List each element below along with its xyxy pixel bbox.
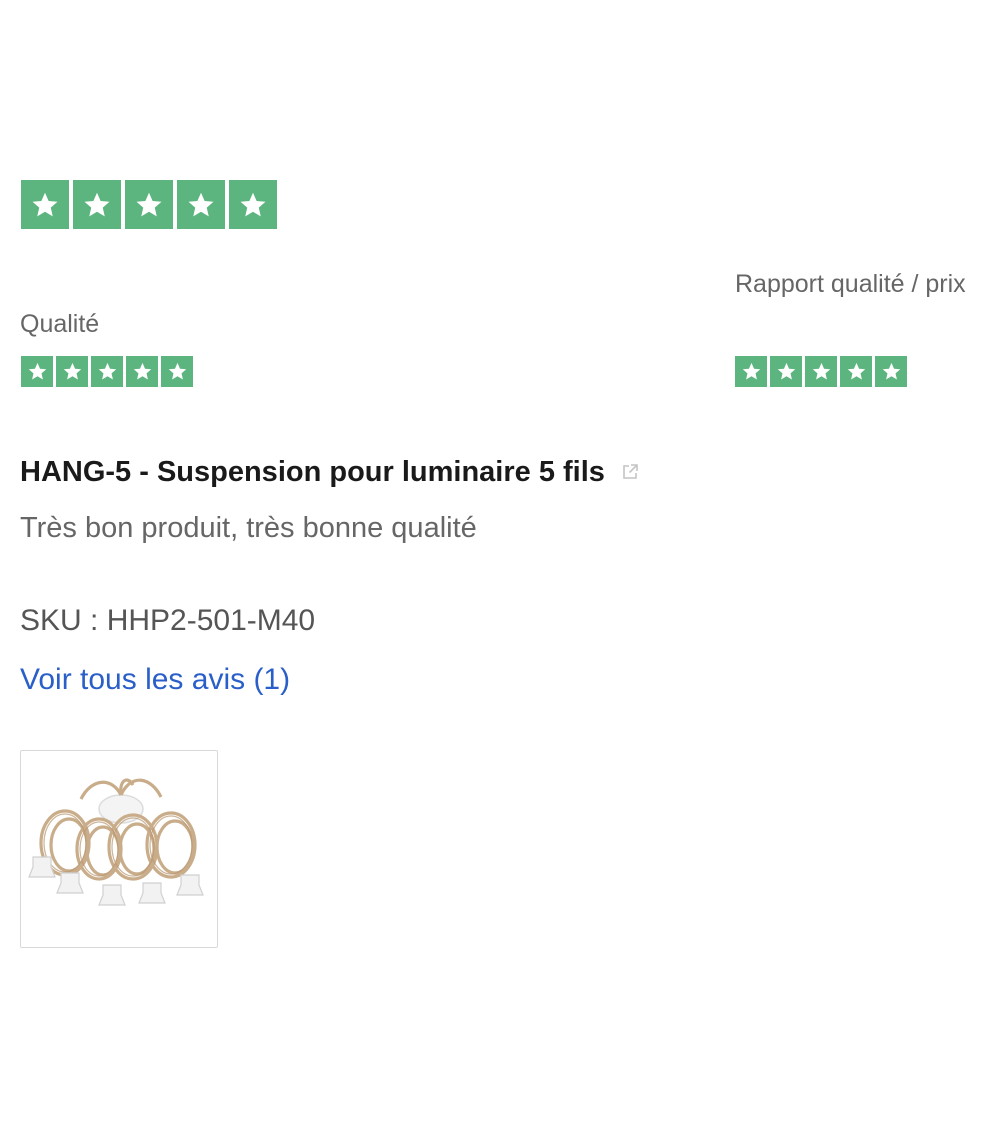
quality-label: Qualité [20,310,100,338]
product-title-row: HANG-5 - Suspension pour luminaire 5 fil… [20,450,639,494]
star-icon [91,356,123,387]
star-icon [126,356,158,387]
star-icon [805,356,837,387]
review-text: Très bon produit, très bonne qualité [20,512,477,544]
star-icon [21,180,69,229]
product-title[interactable]: HANG-5 - Suspension pour luminaire 5 fil… [20,450,605,494]
star-icon [21,356,53,387]
value-for-money-rating-stars [735,356,907,387]
overall-rating-stars [21,180,277,229]
star-icon [229,180,277,229]
star-icon [161,356,193,387]
external-link-icon[interactable] [621,463,639,481]
see-all-reviews-link[interactable]: Voir tous les avis (1) [20,658,290,702]
star-icon [56,356,88,387]
sku-line: SKU : HHP2-501-M40 [20,604,316,637]
product-thumbnail[interactable] [20,750,218,948]
pendant-light-cables-image [28,778,204,906]
star-icon [73,180,121,229]
star-icon [840,356,872,387]
star-icon [735,356,767,387]
star-icon [177,180,225,229]
quality-rating-stars [21,356,193,387]
star-icon [770,356,802,387]
value-for-money-label: Rapport qualité / prix [735,270,966,298]
star-icon [875,356,907,387]
star-icon [125,180,173,229]
